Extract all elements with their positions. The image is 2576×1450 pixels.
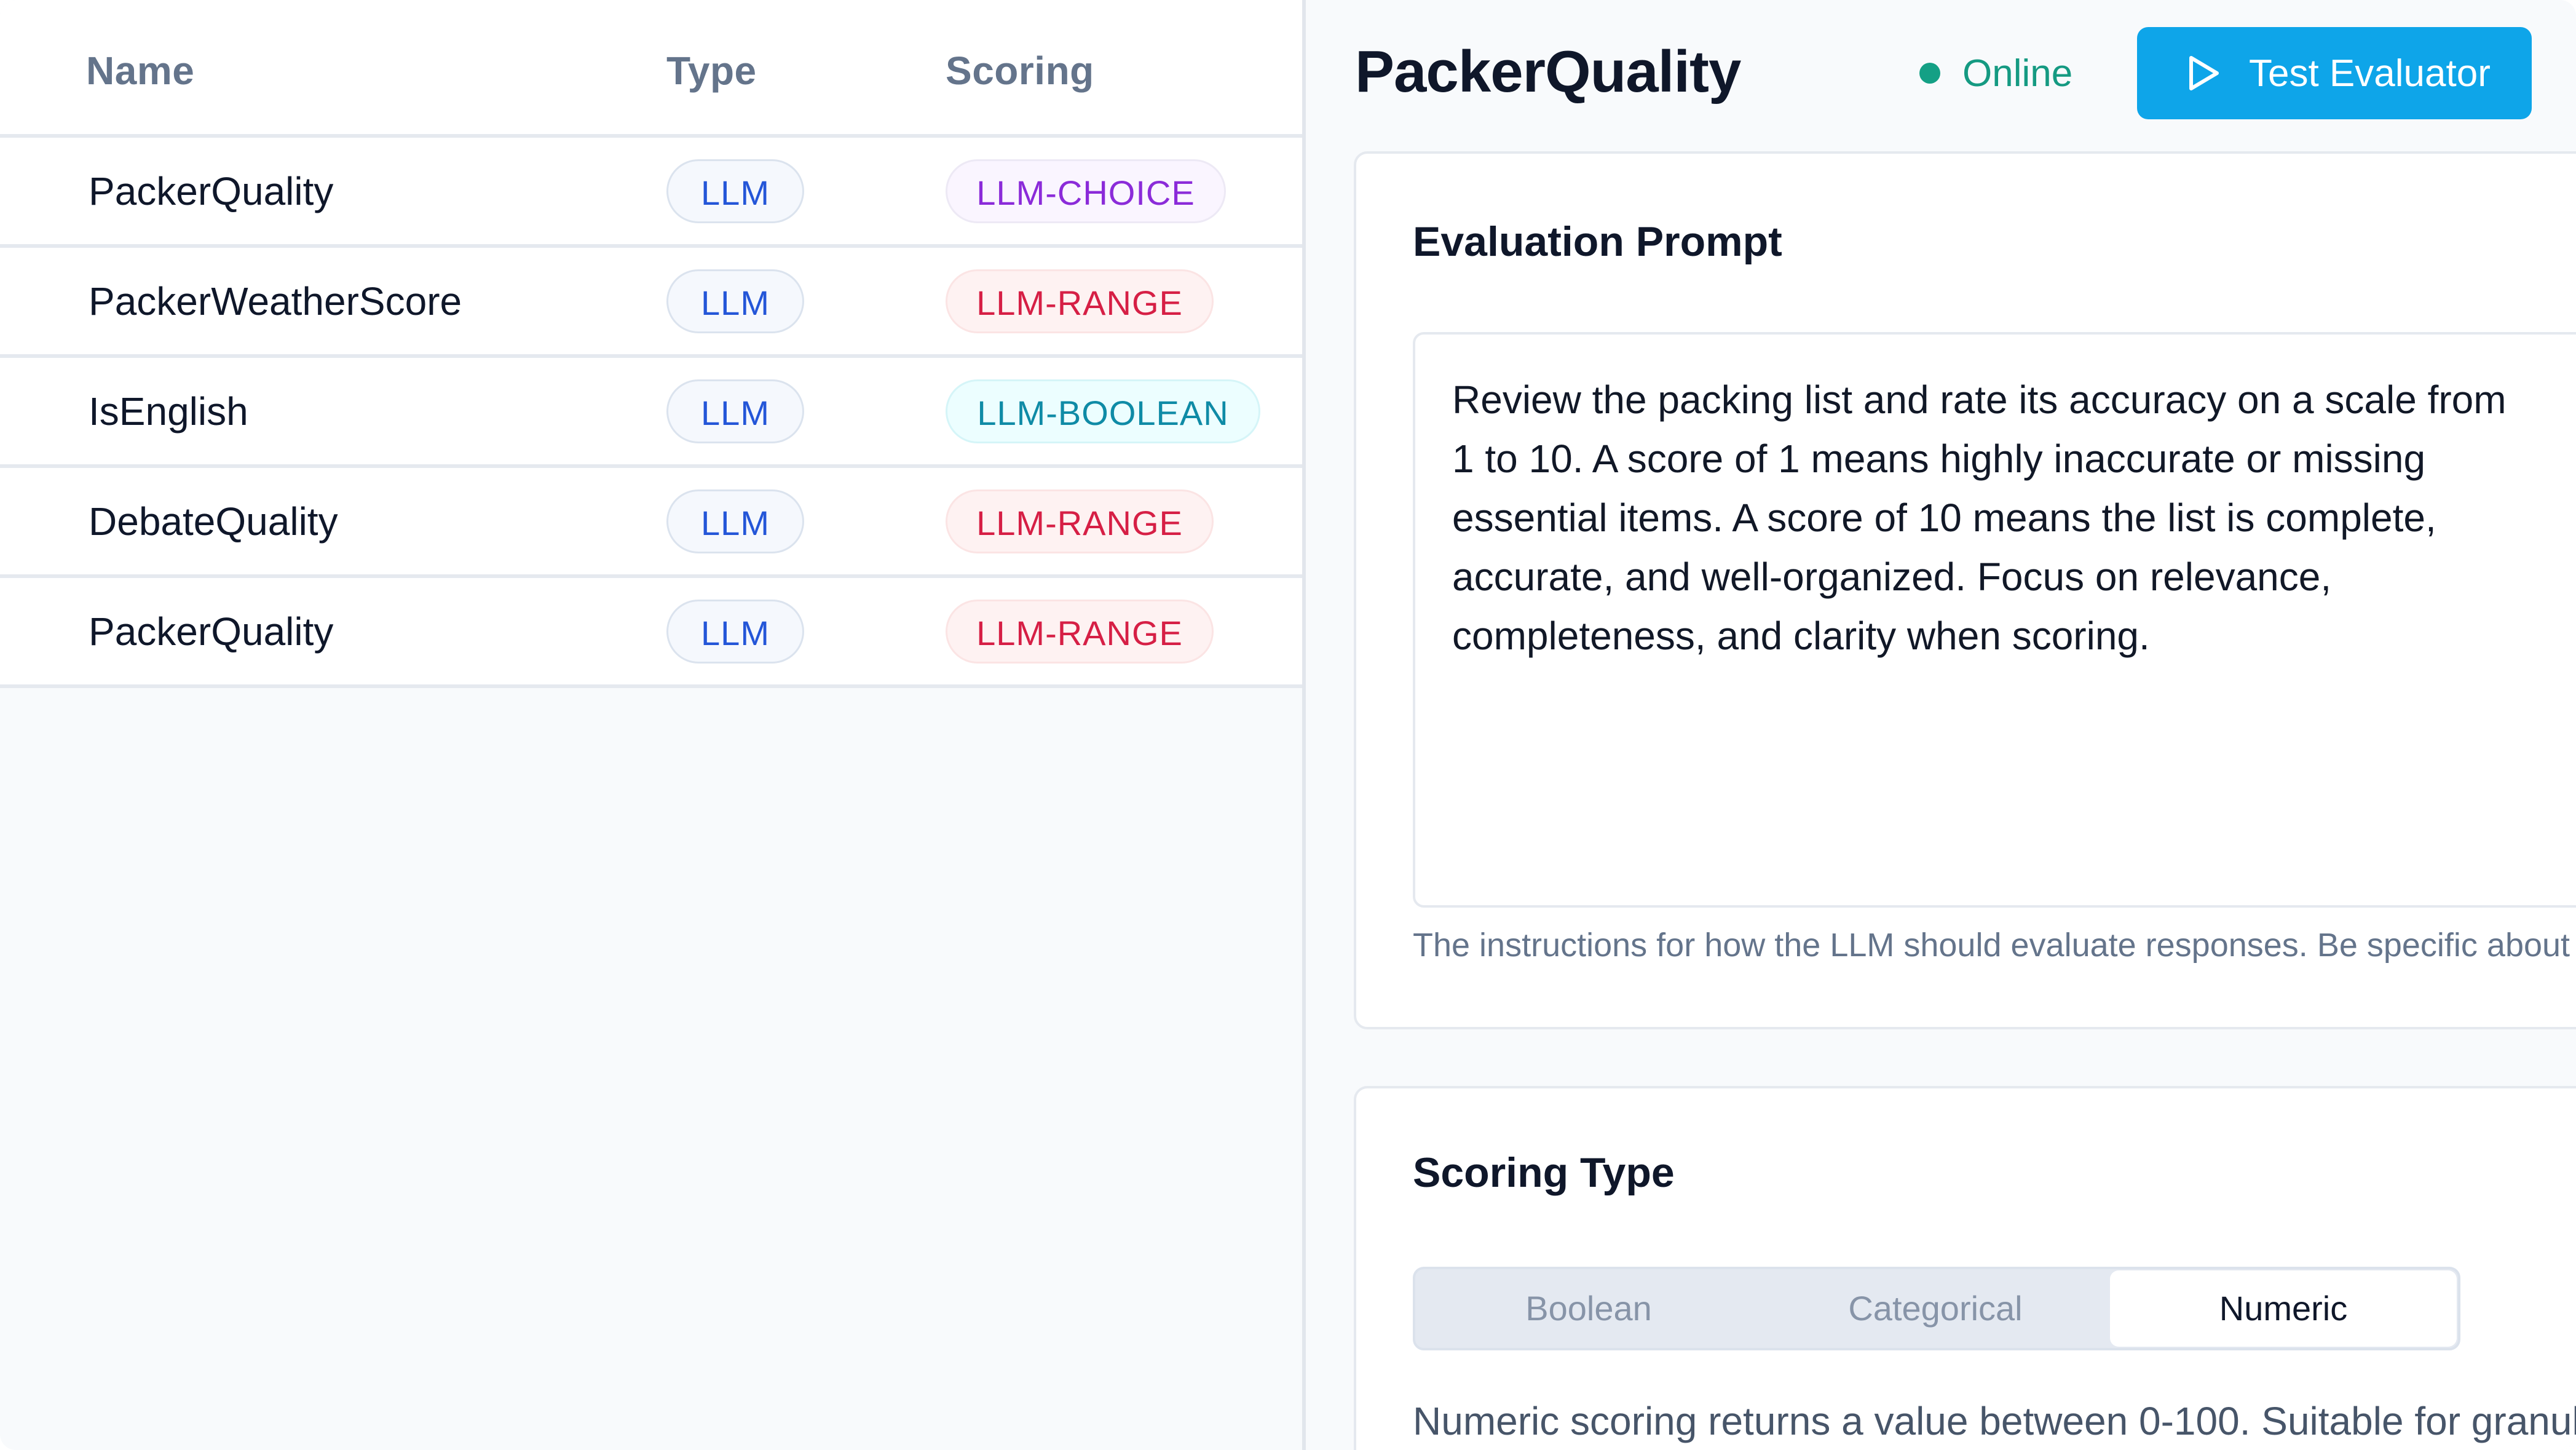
column-header-name[interactable]: Name: [86, 48, 194, 93]
table-row[interactable]: PackerWeatherScore LLM LLM-RANGE: [0, 248, 1302, 358]
table-header: Name Type Scoring: [0, 0, 1302, 138]
table-row[interactable]: DebateQuality LLM LLM-RANGE: [0, 468, 1302, 578]
column-header-scoring[interactable]: Scoring: [946, 48, 1094, 93]
prompt-line: accurate, and well-organized. Focus on r…: [1452, 555, 2332, 599]
scoring-option-categorical[interactable]: Categorical: [1762, 1269, 2109, 1348]
scoring-badge: LLM-RANGE: [946, 599, 1214, 664]
prompt-helper-text: The instructions for how the LLM should …: [1413, 927, 2570, 964]
evaluation-prompt-card: Evaluation Prompt Review the packing lis…: [1354, 151, 2576, 1029]
scoring-type-title: Scoring Type: [1413, 1149, 1675, 1196]
prompt-line: 1 to 10. A score of 1 means highly inacc…: [1452, 437, 2426, 481]
type-badge: LLM: [666, 379, 804, 443]
scoring-badge: LLM-BOOLEAN: [946, 379, 1260, 443]
page-title: PackerQuality: [1355, 39, 1741, 105]
scoring-option-numeric[interactable]: Numeric: [2110, 1270, 2457, 1347]
test-evaluator-label: Test Evaluator: [2249, 52, 2491, 95]
scoring-type-card: Scoring Type Boolean Categorical Numeric…: [1354, 1086, 2576, 1450]
status-dot-icon: [1919, 63, 1940, 84]
column-header-type[interactable]: Type: [666, 48, 757, 93]
evaluator-name: IsEnglish: [89, 389, 248, 434]
scoring-badge: LLM-RANGE: [946, 269, 1214, 333]
table-row[interactable]: IsEnglish LLM LLM-BOOLEAN: [0, 358, 1302, 468]
test-evaluator-button[interactable]: Test Evaluator: [2137, 27, 2532, 119]
prompt-textarea[interactable]: Review the packing list and rate its acc…: [1413, 332, 2576, 908]
type-badge: LLM: [666, 599, 804, 664]
evaluator-name: PackerQuality: [89, 168, 334, 213]
scoring-option-boolean[interactable]: Boolean: [1415, 1269, 1762, 1348]
table-row[interactable]: PackerQuality LLM LLM-CHOICE: [0, 138, 1302, 248]
evaluator-name: PackerWeatherScore: [89, 279, 462, 323]
type-badge: LLM: [666, 489, 804, 553]
prompt-line: Review the packing list and rate its acc…: [1452, 378, 2507, 422]
type-badge: LLM: [666, 159, 804, 223]
evaluator-name: DebateQuality: [89, 499, 338, 544]
prompt-line: completeness, and clarity when scoring.: [1452, 614, 2150, 658]
prompt-line: essential items. A score of 10 means the…: [1452, 496, 2436, 540]
status-label: Online: [1962, 52, 2073, 95]
evaluator-list-panel: Name Type Scoring PackerQuality LLM LLM-…: [0, 0, 1302, 1450]
status-indicator: Online: [1919, 52, 2072, 95]
evaluator-name: PackerQuality: [89, 609, 334, 654]
scoring-type-segmented-control: Boolean Categorical Numeric: [1413, 1267, 2460, 1350]
app-window: Name Type Scoring PackerQuality LLM LLM-…: [0, 0, 2576, 1450]
evaluator-detail-panel: PackerQuality Online Test Evaluator Eval…: [1306, 0, 2576, 1450]
evaluation-prompt-title: Evaluation Prompt: [1413, 218, 1782, 265]
table-row[interactable]: PackerQuality LLM LLM-RANGE: [0, 578, 1302, 688]
play-icon: [2189, 56, 2219, 90]
scoring-badge: LLM-CHOICE: [946, 159, 1226, 223]
type-badge: LLM: [666, 269, 804, 333]
scoring-description: Numeric scoring returns a value between …: [1413, 1399, 2576, 1443]
scoring-badge: LLM-RANGE: [946, 489, 1214, 553]
